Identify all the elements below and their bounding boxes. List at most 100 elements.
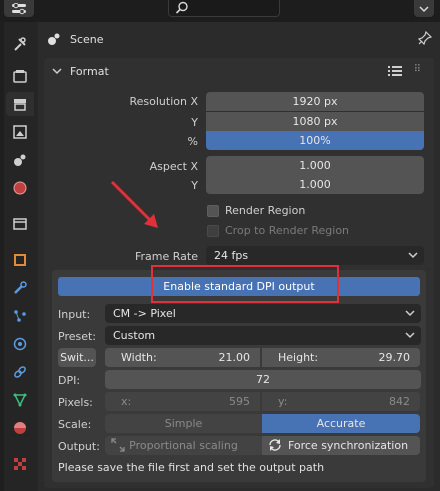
pixels-x-value: 595	[229, 395, 250, 408]
drag-handle[interactable]: ⠿	[414, 64, 422, 75]
constraints-icon	[14, 366, 26, 378]
frame-rate-dropdown[interactable]: 24 fps	[206, 246, 424, 265]
render-region-label: Render Region	[225, 204, 306, 217]
render-region-toggle[interactable]: Render Region	[207, 204, 305, 217]
material-icon	[14, 422, 26, 434]
pixels-x-label: x:	[121, 395, 132, 408]
proportional-scaling-button[interactable]: Proportional scaling	[105, 436, 262, 455]
resolution-x-label: Resolution X	[129, 95, 198, 108]
tab-render[interactable]	[6, 64, 34, 88]
width-field[interactable]: Width: 21.00	[105, 348, 260, 367]
edge-strip	[0, 22, 4, 491]
scale-label: Scale:	[58, 418, 92, 431]
dpi-label: DPI:	[58, 374, 81, 387]
view-layer-icon	[13, 125, 27, 139]
tool-icon	[14, 37, 26, 51]
texture-icon	[14, 458, 26, 470]
tab-data[interactable]	[6, 388, 34, 412]
force-sync-button[interactable]: Force synchronization	[262, 436, 420, 455]
resolution-x-field[interactable]: 1920 px	[206, 92, 424, 111]
crop-region-checkbox[interactable]	[207, 224, 219, 237]
data-icon	[13, 393, 27, 407]
tab-particles[interactable]	[6, 304, 34, 328]
preset-dropdown[interactable]: Custom	[105, 326, 421, 345]
crop-region-toggle[interactable]: Crop to Render Region	[207, 224, 349, 237]
height-value: 29.70	[378, 351, 411, 364]
resolution-y-label: Y	[191, 116, 198, 129]
annotation-arrow	[110, 180, 158, 228]
resolution-percent-field[interactable]: 100%	[206, 131, 424, 150]
preset-value: Custom	[113, 329, 156, 342]
tab-scene[interactable]	[6, 148, 34, 172]
format-panel-header[interactable]: Format ⠿	[44, 58, 434, 84]
tab-collection[interactable]	[6, 212, 34, 236]
chevron-down-icon	[405, 310, 415, 317]
frame-rate-label: Frame Rate	[135, 250, 198, 263]
highlight-box	[151, 265, 339, 303]
tab-constraints[interactable]	[6, 360, 34, 384]
tab-texture[interactable]	[6, 452, 34, 476]
sync-icon	[269, 439, 281, 451]
object-icon	[14, 254, 26, 266]
pixels-y-field: y: 842	[262, 392, 420, 411]
tab-view-layer[interactable]	[6, 120, 34, 144]
modifier-icon	[14, 281, 27, 294]
search-input[interactable]	[168, 0, 280, 17]
proportional-label: Proportional scaling	[129, 439, 238, 452]
scale-simple-option[interactable]: Simple	[105, 414, 262, 433]
dpi-field[interactable]: 72	[105, 370, 421, 389]
expand-icon	[111, 438, 125, 452]
output-icon	[14, 99, 26, 111]
height-field[interactable]: Height: 29.70	[262, 348, 420, 367]
tab-object[interactable]	[6, 248, 34, 272]
pixels-label: Pixels:	[58, 396, 93, 409]
height-label: Height:	[278, 351, 319, 364]
pixels-y-label: y:	[278, 395, 288, 408]
pixels-x-field: x: 595	[105, 392, 260, 411]
tab-world[interactable]	[6, 176, 34, 200]
render-icon	[13, 70, 27, 83]
width-value: 21.00	[218, 351, 251, 364]
particles-icon	[14, 310, 26, 322]
top-bar	[0, 0, 440, 22]
width-label: Width:	[121, 351, 157, 364]
tab-output[interactable]	[6, 92, 34, 116]
percent-label: %	[187, 135, 198, 148]
render-region-checkbox[interactable]	[207, 204, 219, 217]
chevron-down-icon	[408, 252, 418, 259]
preset-label: Preset:	[58, 330, 97, 343]
options-button[interactable]	[414, 0, 434, 17]
chevron-down-icon	[52, 68, 62, 75]
scale-accurate-option[interactable]: Accurate	[262, 414, 420, 433]
tab-physics[interactable]	[6, 332, 34, 356]
editor-type-icon	[12, 2, 26, 14]
frame-rate-value: 24 fps	[214, 249, 249, 262]
input-value: CM -> Pixel	[113, 307, 176, 320]
properties-header: Scene	[38, 22, 440, 56]
chevron-down-icon	[405, 332, 415, 339]
aspect-x-field[interactable]: 1.000	[206, 156, 424, 175]
list-icon[interactable]	[388, 65, 402, 77]
input-dropdown[interactable]: CM -> Pixel	[105, 304, 421, 323]
editor-type-button[interactable]	[4, 0, 34, 17]
resolution-y-field[interactable]: 1080 px	[206, 112, 424, 131]
chevron-down-icon	[419, 5, 429, 12]
tab-material[interactable]	[6, 416, 34, 440]
save-file-note: Please save the file first and set the o…	[58, 461, 325, 474]
aspect-y-field[interactable]: 1.000	[206, 175, 424, 194]
tab-tool[interactable]	[6, 32, 34, 56]
scene-icon	[48, 33, 60, 45]
collection-icon	[13, 218, 27, 230]
aspect-x-label: Aspect X	[149, 160, 198, 173]
output-label: Output:	[58, 440, 100, 453]
input-label: Input:	[58, 308, 91, 321]
force-sync-label: Force synchronization	[287, 439, 409, 452]
tab-modifiers[interactable]	[6, 276, 34, 300]
world-icon	[13, 181, 27, 195]
pin-icon[interactable]	[418, 31, 432, 45]
pixels-y-value: 842	[389, 395, 410, 408]
panel-title: Format	[70, 64, 109, 78]
search-icon	[175, 1, 188, 14]
switch-orientation-button[interactable]: Swit...	[58, 348, 96, 367]
scene-icon	[14, 154, 26, 166]
